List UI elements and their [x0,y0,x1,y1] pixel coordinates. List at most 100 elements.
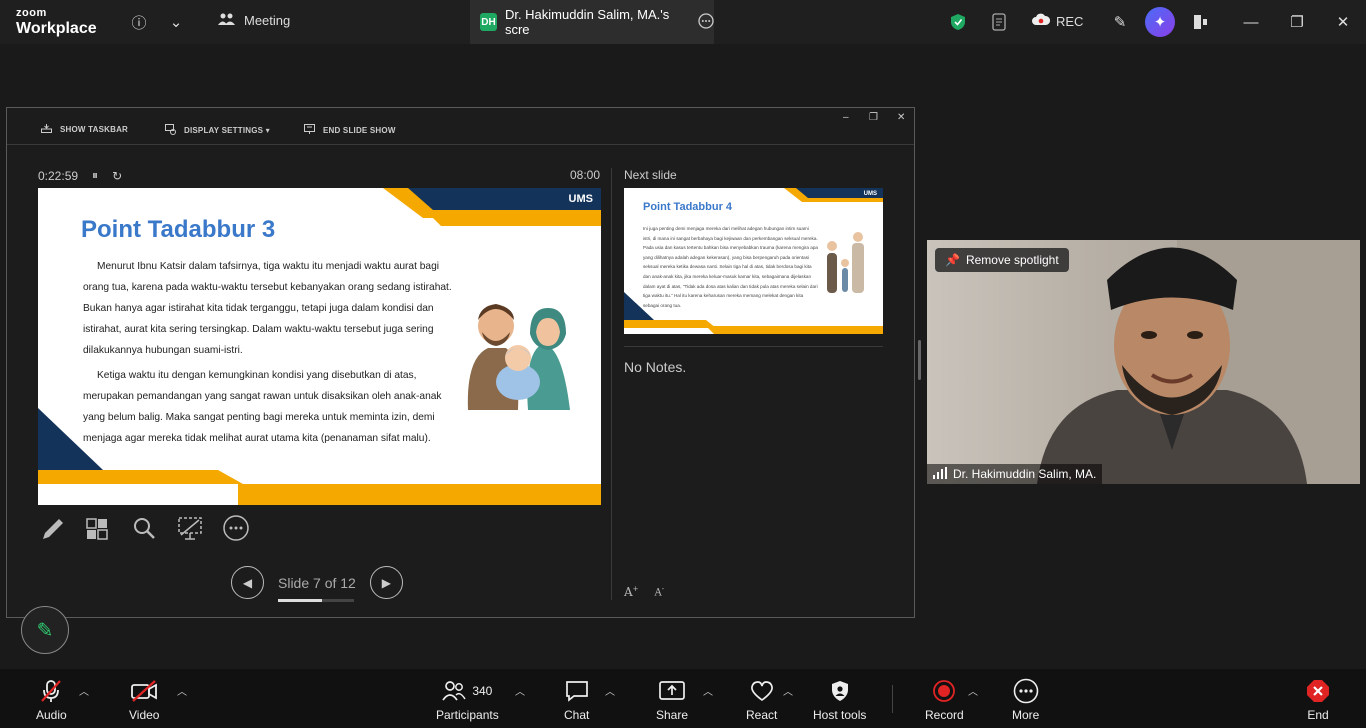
host-tools-label: Host tools [813,708,867,722]
presenter-view-window: SHOW TASKBAR DISPLAY SETTINGS ▾ END SLID… [6,107,915,618]
end-slide-show-button[interactable]: END SLIDE SHOW [304,124,396,136]
black-screen-icon[interactable] [176,514,204,542]
participant-name: Dr. Hakimuddin Salim, MA. [953,467,1097,481]
resize-handle[interactable] [918,340,921,380]
pause-icon[interactable]: ⏸ [92,168,98,183]
elapsed-time: 0:22:59 [38,168,79,183]
current-slide[interactable]: UMS Point Tadabbur 3 Menurut Ibnu Katsir… [38,188,601,505]
chat-icon [565,679,589,703]
end-icon [1306,679,1330,703]
audio-label: Audio [36,708,67,722]
video-label: Video [129,708,160,722]
decrease-font-icon[interactable]: A- [655,585,665,599]
slide-paragraph-2: Ketiga waktu itu dengan kemungkinan kond… [83,370,442,444]
react-button[interactable]: React [746,679,777,722]
signal-bars-icon [933,466,947,482]
show-taskbar-label: SHOW TASKBAR [60,125,129,134]
react-label: React [746,708,778,722]
next-slide-title: Point Tadabbur 4 [643,201,733,213]
speaker-video-frame [1037,240,1360,484]
logo-line1: zoom [16,7,47,19]
side-panel-icon[interactable] [1188,10,1212,34]
more-slide-options-icon[interactable] [222,514,250,542]
restart-timer-icon[interactable]: ↻ [112,169,122,183]
pv-restore-icon[interactable]: ❐ [869,112,878,123]
see-all-slides-icon[interactable] [84,514,112,542]
record-button[interactable]: Record [925,679,964,722]
chat-options-caret-icon[interactable]: ︿ [605,683,615,698]
zoom-slide-icon[interactable] [130,514,158,542]
taskbar-icon [41,124,52,135]
spotlight-video-tile[interactable]: 📌 Remove spotlight Dr. Hakimuddin Salim,… [927,240,1360,484]
show-taskbar-button[interactable]: SHOW TASKBAR [41,124,128,135]
mic-muted-icon [39,679,63,703]
remove-spotlight-button[interactable]: 📌 Remove spotlight [935,248,1069,272]
audio-options-caret-icon[interactable]: ︿ [79,683,89,698]
participants-group-icon [218,12,236,29]
slide-counter-wrap: Slide 7 of 12 [278,575,356,602]
previous-slide-button[interactable]: ◀ [231,566,264,599]
participants-options-caret-icon[interactable]: ︿ [515,683,525,698]
toolbar-separator [892,685,893,713]
display-settings-label: DISPLAY SETTINGS ▾ [184,126,270,135]
remove-spotlight-label: Remove spotlight [965,253,1059,267]
chat-label: Chat [564,708,590,722]
pen-tool-icon[interactable] [38,514,66,542]
annotate-pen-icon[interactable]: ✎ [1108,10,1132,34]
video-button[interactable]: Video [129,679,159,722]
cloud-recording-indicator[interactable]: REC [1032,13,1083,29]
pv-close-icon[interactable]: ✕ [897,112,905,123]
chevron-down-icon[interactable]: ⌄ [164,10,188,34]
logo-line2: Workplace [16,20,97,37]
record-label: Record [925,708,964,722]
more-button[interactable]: More [1012,678,1040,722]
record-icon [932,679,956,703]
participant-name-tag: Dr. Hakimuddin Salim, MA. [927,464,1103,484]
meeting-tab[interactable]: Meeting [218,12,290,29]
clock-time: 08:00 [570,168,601,182]
share-screen-icon [658,679,686,703]
audio-button[interactable]: Audio [36,679,67,722]
host-shield-icon [830,679,850,703]
participants-button[interactable]: 340 Participants [436,679,499,722]
floating-annotate-button[interactable]: ✎ [21,606,69,654]
chat-button[interactable]: Chat [564,679,589,722]
end-meeting-button[interactable]: End [1306,679,1330,722]
security-shield-icon[interactable] [946,10,970,34]
meeting-label: Meeting [244,13,291,28]
next-slide-body: Ini juga penting demi menjaga mereka dar… [643,226,818,308]
slide-body: Menurut Ibnu Katsir dalam tafsirnya, tig… [83,256,463,453]
notes-font-controls: A+ A- [624,585,664,599]
next-slide-button[interactable]: ▶ [369,566,403,599]
more-options-icon[interactable] [698,12,714,32]
video-off-icon [130,679,158,703]
family-illustration [467,304,570,410]
notes-doc-icon[interactable] [987,10,1011,34]
pane-divider[interactable] [611,168,612,600]
info-icon[interactable]: ⓘ [127,10,151,34]
end-show-icon [304,124,315,136]
participants-label: Participants [436,708,499,722]
restore-icon[interactable]: ❐ [1285,10,1309,34]
screen-share-tab[interactable]: DH Dr. Hakimuddin Salim, MA.'s scre [470,0,714,44]
host-tools-button[interactable]: Host tools [813,679,866,722]
participants-icon: 340 [442,679,492,703]
record-options-caret-icon[interactable]: ︿ [968,683,978,698]
display-settings-button[interactable]: DISPLAY SETTINGS ▾ [165,124,270,137]
slide-paragraph-1: Menurut Ibnu Katsir dalam tafsirnya, tig… [83,261,452,356]
more-label: More [1012,708,1040,722]
end-slide-show-label: END SLIDE SHOW [323,125,396,135]
next-slide-preview[interactable]: UMS Point Tadabbur 4 Ini juga penting de… [624,188,883,334]
notes-divider [624,346,883,347]
close-icon[interactable]: ✕ [1331,10,1355,34]
share-button[interactable]: Share [656,679,688,722]
share-options-caret-icon[interactable]: ︿ [703,683,713,698]
video-options-caret-icon[interactable]: ︿ [177,683,187,698]
ai-companion-icon[interactable]: ✦ [1145,7,1175,37]
react-options-caret-icon[interactable]: ︿ [783,683,793,698]
minimize-icon[interactable]: — [1239,10,1263,34]
pv-minimize-icon[interactable]: – [843,112,849,123]
presenter-toolbar: SHOW TASKBAR DISPLAY SETTINGS ▾ END SLID… [7,108,914,145]
slide-progress-bar [278,598,354,602]
increase-font-icon[interactable]: A+ [624,585,639,599]
